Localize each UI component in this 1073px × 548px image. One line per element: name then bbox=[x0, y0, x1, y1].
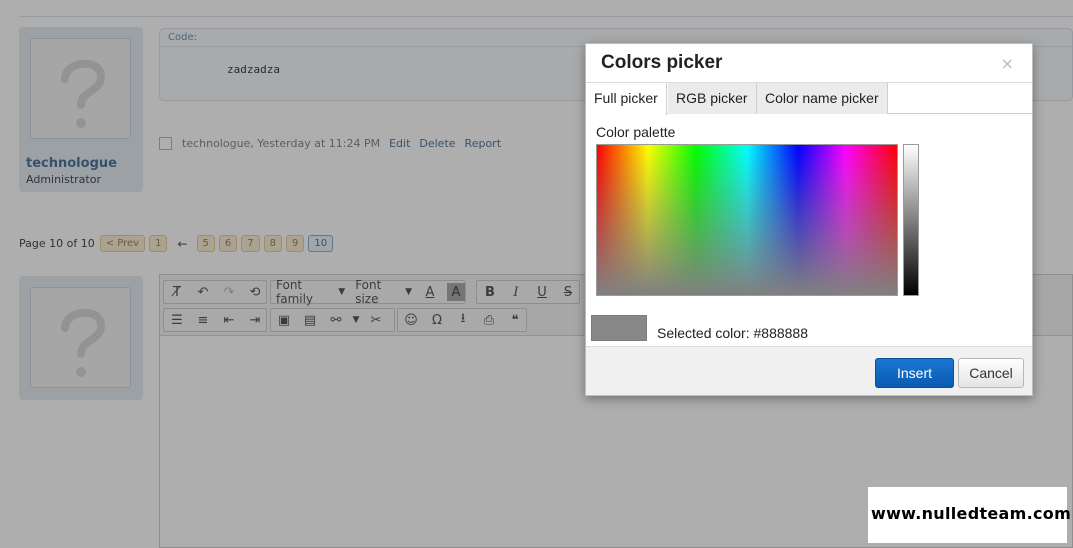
picker-tabs: Full picker RGB picker Color name picker bbox=[586, 82, 1032, 115]
watermark-text: www.nulledteam.com bbox=[871, 504, 1072, 523]
tab-full-picker[interactable]: Full picker bbox=[586, 83, 667, 115]
brightness-slider[interactable] bbox=[903, 144, 919, 296]
cancel-button[interactable]: Cancel bbox=[958, 358, 1024, 388]
selected-color-swatch bbox=[591, 315, 647, 341]
color-palette-label: Color palette bbox=[596, 124, 676, 140]
dialog-footer: Insert Cancel bbox=[586, 346, 1032, 395]
insert-button[interactable]: Insert bbox=[875, 358, 954, 388]
color-palette[interactable] bbox=[596, 144, 898, 296]
dialog-title: Colors picker bbox=[601, 52, 723, 73]
tab-color-name-picker[interactable]: Color name picker bbox=[757, 83, 888, 114]
watermark-logo: www.nulledteam.com bbox=[868, 487, 1071, 543]
selected-color-text: Selected color: #888888 bbox=[657, 325, 808, 341]
close-icon[interactable]: × bbox=[1001, 54, 1014, 73]
tab-rgb-picker[interactable]: RGB picker bbox=[668, 83, 757, 114]
colors-picker-dialog: Colors picker × Full picker RGB picker C… bbox=[585, 43, 1033, 396]
